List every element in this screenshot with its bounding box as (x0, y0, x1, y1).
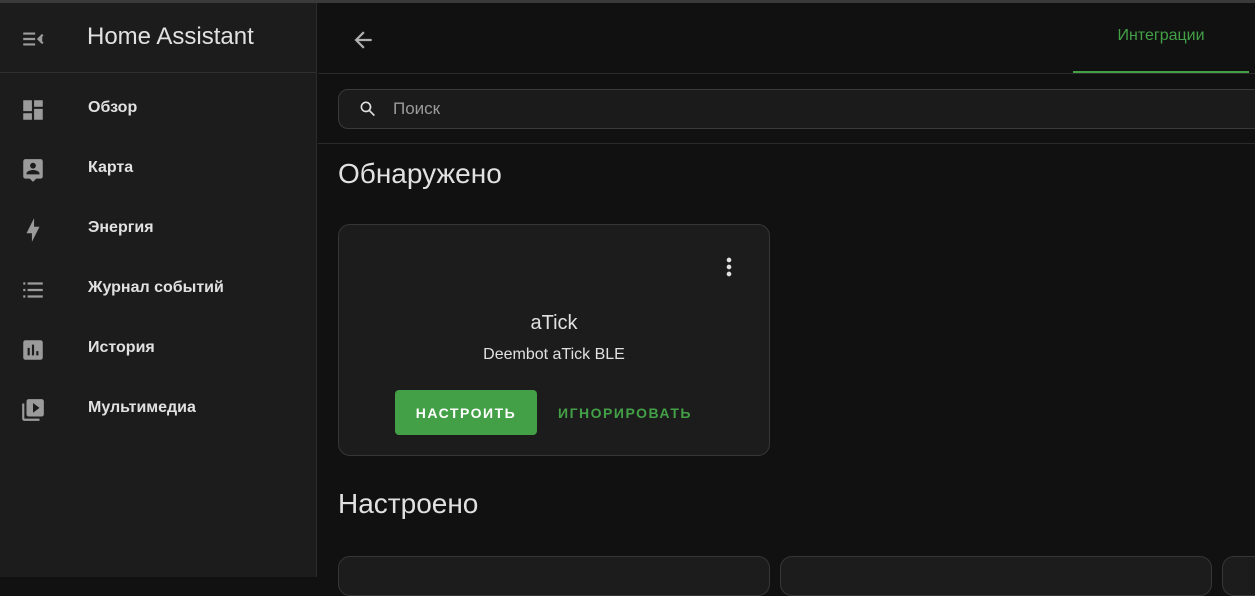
sidebar-item-logbook[interactable]: Журнал событий (0, 259, 317, 319)
sidebar-item-energy[interactable]: Энергия (0, 199, 317, 259)
integration-description: Deembot aTick BLE (483, 346, 625, 363)
search-bar (338, 89, 1255, 129)
search-input[interactable] (393, 90, 1193, 128)
dots-vertical-icon (726, 257, 732, 277)
back-button[interactable] (350, 27, 376, 53)
section-title-discovered: Обнаружено (338, 158, 502, 189)
configured-integration-card[interactable] (338, 556, 770, 596)
discovered-integration-card: aTick Deembot aTick BLE НАСТРОИТЬ ИГНОРИ… (338, 224, 770, 456)
configured-integration-card[interactable] (1222, 556, 1255, 596)
arrow-left-icon (354, 31, 372, 49)
play-box-multiple-icon (22, 399, 44, 421)
sidebar-item-label: История (88, 339, 155, 356)
sidebar-item-map[interactable]: Карта (0, 139, 317, 199)
configured-integration-card[interactable] (780, 556, 1212, 596)
sidebar-item-label: Журнал событий (88, 279, 224, 296)
sidebar-item-label: Карта (88, 159, 134, 176)
sidebar-item-overview[interactable]: Обзор (0, 79, 317, 139)
configure-button[interactable]: НАСТРОИТЬ (395, 390, 537, 435)
tab-label: Интеграции (1117, 27, 1205, 44)
search-icon (360, 101, 375, 117)
chart-box-icon (23, 340, 43, 360)
app-title: Home Assistant (87, 23, 254, 50)
integration-name: aTick (530, 312, 578, 334)
format-list-bulleted-icon (23, 282, 43, 298)
sidebar-item-history[interactable]: История (0, 319, 317, 379)
ignore-button[interactable]: ИГНОРИРОВАТЬ (545, 390, 705, 435)
menu-toggle-button[interactable] (20, 26, 46, 52)
section-title-configured: Настроено (338, 488, 479, 519)
sidebar: Home Assistant Обзор Карта Энергия Журна… (0, 3, 317, 577)
sidebar-item-label: Мультимедиа (88, 399, 196, 416)
sidebar-item-label: Обзор (88, 99, 138, 116)
lightning-bolt-icon (26, 218, 40, 242)
map-account-icon (23, 159, 43, 182)
menu-collapse-icon (23, 32, 44, 46)
sidebar-header: Home Assistant (0, 3, 316, 73)
tab-integrations[interactable]: Интеграции (1073, 3, 1249, 73)
dashboard-icon (23, 100, 43, 120)
sidebar-item-label: Энергия (88, 219, 154, 236)
main-header: Интеграции (318, 3, 1255, 74)
sidebar-item-media[interactable]: Мультимедиа (0, 379, 317, 439)
divider (318, 143, 1255, 144)
card-overflow-menu-button[interactable] (715, 253, 743, 281)
tab-active-indicator (1073, 71, 1249, 73)
